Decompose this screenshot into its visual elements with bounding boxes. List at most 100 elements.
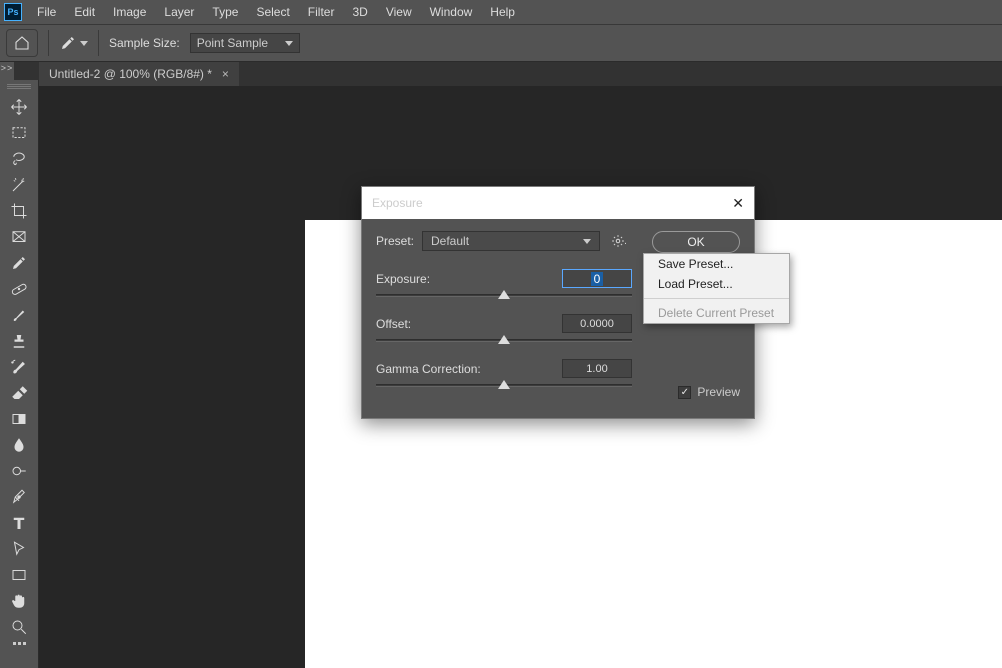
document-tab[interactable]: Untitled-2 @ 100% (RGB/8#) * × <box>39 62 239 86</box>
zoom-tool[interactable] <box>3 614 35 640</box>
eyedropper-tool[interactable] <box>3 250 35 276</box>
shape-tool[interactable] <box>3 562 35 588</box>
separator <box>48 30 49 56</box>
brush-icon <box>10 306 28 324</box>
menu-edit[interactable]: Edit <box>65 0 104 24</box>
chevron-down-icon <box>80 41 88 46</box>
move-icon <box>10 98 28 116</box>
eyedropper-icon <box>59 34 77 52</box>
path-select-tool[interactable] <box>3 536 35 562</box>
menu-3d[interactable]: 3D <box>343 0 376 24</box>
offset-input[interactable]: 0.0000 <box>562 314 632 333</box>
app-icon[interactable]: Ps <box>4 3 22 21</box>
lasso-tool[interactable] <box>3 146 35 172</box>
ok-button[interactable]: OK <box>652 231 740 253</box>
gamma-label: Gamma Correction: <box>376 362 562 376</box>
type-icon <box>10 514 28 532</box>
gear-icon <box>611 234 625 248</box>
dialog-title: Exposure <box>372 196 423 210</box>
stamp-tool[interactable] <box>3 328 35 354</box>
preset-menu-button[interactable]: . <box>608 231 630 251</box>
close-tab-icon[interactable]: × <box>222 67 229 81</box>
offset-label: Offset: <box>376 317 562 331</box>
slider-thumb[interactable] <box>498 335 510 344</box>
move-tool[interactable] <box>3 94 35 120</box>
menu-image[interactable]: Image <box>104 0 155 24</box>
close-icon[interactable]: ✕ <box>732 195 744 212</box>
gradient-tool[interactable] <box>3 406 35 432</box>
dialog-titlebar[interactable]: Exposure ✕ <box>362 187 754 219</box>
eyedropper-icon <box>10 254 28 272</box>
menu-view[interactable]: View <box>377 0 421 24</box>
menu-separator <box>644 298 789 299</box>
zoom-icon <box>10 618 28 636</box>
menubar: Ps File Edit Image Layer Type Select Fil… <box>0 0 1002 24</box>
preset-value: Default <box>431 234 469 248</box>
home-button[interactable] <box>6 29 38 57</box>
crop-tool[interactable] <box>3 198 35 224</box>
dodge-tool[interactable] <box>3 458 35 484</box>
preview-checkbox-row[interactable]: ✓ Preview <box>678 385 740 399</box>
sample-size-label: Sample Size: <box>109 36 180 50</box>
preset-label: Preset: <box>376 234 422 248</box>
brush-tool[interactable] <box>3 302 35 328</box>
preview-label: Preview <box>697 385 740 399</box>
eraser-tool[interactable] <box>3 380 35 406</box>
history-brush-tool[interactable] <box>3 354 35 380</box>
preset-select[interactable]: Default <box>422 231 600 251</box>
preset-popup-menu: Save Preset... Load Preset... Delete Cur… <box>643 253 790 324</box>
slider-thumb[interactable] <box>498 380 510 389</box>
sample-size-value: Point Sample <box>197 36 268 50</box>
preview-checkbox[interactable]: ✓ <box>678 386 691 399</box>
blur-tool[interactable] <box>3 432 35 458</box>
menu-select[interactable]: Select <box>247 0 298 24</box>
tool-indicator[interactable] <box>59 34 88 52</box>
menu-window[interactable]: Window <box>421 0 482 24</box>
sample-size-select[interactable]: Point Sample <box>190 33 300 53</box>
frame-tool[interactable] <box>3 224 35 250</box>
marquee-tool[interactable] <box>3 120 35 146</box>
lasso-icon <box>10 150 28 168</box>
frame-icon <box>10 228 28 246</box>
gamma-input[interactable]: 1.00 <box>562 359 632 378</box>
exposure-label: Exposure: <box>376 272 562 286</box>
offset-slider[interactable] <box>376 337 632 351</box>
home-icon <box>14 35 30 51</box>
hand-icon <box>10 592 28 610</box>
tools-panel <box>0 80 39 668</box>
pen-icon <box>10 488 28 506</box>
menu-file[interactable]: File <box>28 0 65 24</box>
wand-tool[interactable] <box>3 172 35 198</box>
menu-item-save-preset[interactable]: Save Preset... <box>644 254 789 274</box>
exposure-slider[interactable] <box>376 292 632 306</box>
slider-thumb[interactable] <box>498 290 510 299</box>
gradient-icon <box>10 410 28 428</box>
pen-tool[interactable] <box>3 484 35 510</box>
gamma-slider[interactable] <box>376 382 632 396</box>
stamp-icon <box>10 332 28 350</box>
exposure-input[interactable]: 0 <box>562 269 632 288</box>
separator <box>98 30 99 56</box>
chevron-down-icon <box>285 41 293 46</box>
menu-filter[interactable]: Filter <box>299 0 344 24</box>
edit-toolbar-button[interactable] <box>13 642 26 645</box>
type-tool[interactable] <box>3 510 35 536</box>
chevron-down-icon <box>583 239 591 244</box>
arrow-icon <box>10 540 28 558</box>
reveal-panels-button[interactable]: >> <box>0 62 14 80</box>
rectangle-icon <box>10 566 28 584</box>
document-tab-title: Untitled-2 @ 100% (RGB/8#) * <box>49 67 212 81</box>
healing-tool[interactable] <box>3 276 35 302</box>
marquee-icon <box>10 124 28 142</box>
crop-icon <box>10 202 28 220</box>
menu-help[interactable]: Help <box>481 0 524 24</box>
hand-tool[interactable] <box>3 588 35 614</box>
menu-layer[interactable]: Layer <box>155 0 203 24</box>
options-bar: Sample Size: Point Sample <box>0 24 1002 62</box>
bandage-icon <box>10 280 28 298</box>
dodge-icon <box>10 462 28 480</box>
panel-grip[interactable] <box>4 84 34 90</box>
menu-item-load-preset[interactable]: Load Preset... <box>644 274 789 294</box>
menu-type[interactable]: Type <box>203 0 247 24</box>
eraser-icon <box>10 384 28 402</box>
